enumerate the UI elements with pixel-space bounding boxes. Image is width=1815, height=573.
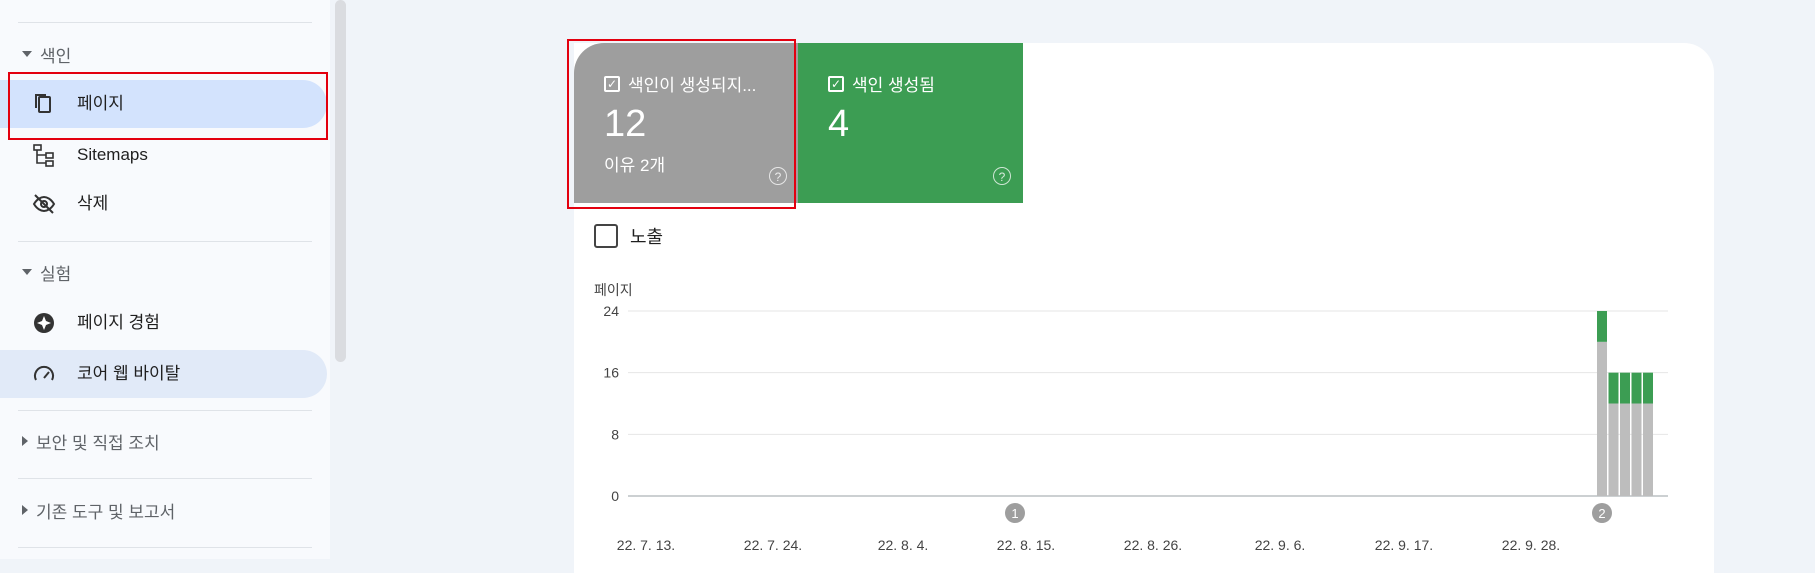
chart-y-label: 페이지 bbox=[594, 282, 633, 298]
help-icon[interactable]: ? bbox=[993, 167, 1011, 185]
section-security[interactable]: 보안 및 직접 조치 bbox=[22, 428, 160, 454]
sidebar-item-removals[interactable]: 삭제 bbox=[0, 180, 327, 228]
section-experience-label: 실험 bbox=[40, 264, 72, 284]
section-legacy-label: 기존 도구 및 보고서 bbox=[36, 502, 176, 522]
gauge-icon bbox=[32, 362, 56, 386]
impressions-toggle[interactable]: 노출 bbox=[594, 223, 663, 249]
indexed-title: ✓ 색인 생성됨 bbox=[828, 71, 935, 96]
page-experience-icon bbox=[32, 311, 56, 335]
checkbox-unchecked-icon[interactable] bbox=[594, 224, 618, 248]
divider bbox=[18, 478, 312, 479]
caret-down-icon bbox=[22, 269, 32, 275]
sidebar-item-page-experience[interactable]: 페이지 경험 bbox=[0, 299, 327, 347]
sidebar-item-core-web-vitals[interactable]: 코어 웹 바이탈 bbox=[0, 350, 327, 398]
section-index-label: 색인 bbox=[40, 46, 72, 66]
section-security-label: 보안 및 직접 조치 bbox=[36, 433, 160, 453]
sitemap-icon bbox=[32, 143, 56, 167]
impressions-label: 노출 bbox=[630, 227, 664, 247]
sidebar-item-label: 삭제 bbox=[77, 194, 109, 213]
indexed-label: 색인 생성됨 bbox=[852, 76, 935, 95]
section-index[interactable]: 색인 bbox=[22, 41, 71, 67]
highlight-box bbox=[567, 39, 796, 209]
removals-icon bbox=[32, 192, 56, 216]
sidebar-scrollbar[interactable] bbox=[335, 0, 346, 362]
sidebar-item-label: 코어 웹 바이탈 bbox=[77, 364, 181, 383]
highlight-box bbox=[8, 72, 328, 140]
sidebar-item-label: 페이지 경험 bbox=[77, 313, 160, 332]
divider bbox=[18, 241, 312, 242]
section-experience[interactable]: 실험 bbox=[22, 259, 71, 285]
checkbox-checked-icon[interactable]: ✓ bbox=[828, 75, 844, 92]
divider bbox=[18, 22, 312, 23]
indexed-count: 4 bbox=[828, 103, 850, 145]
divider bbox=[18, 547, 312, 548]
caret-right-icon bbox=[22, 505, 28, 515]
sidebar-item-label: Sitemaps bbox=[77, 145, 148, 164]
indexed-card[interactable]: ✓ 색인 생성됨 4 ? bbox=[798, 43, 1023, 203]
section-legacy[interactable]: 기존 도구 및 보고서 bbox=[22, 497, 175, 523]
caret-right-icon bbox=[22, 436, 28, 446]
divider bbox=[18, 410, 312, 411]
caret-down-icon bbox=[22, 51, 32, 57]
